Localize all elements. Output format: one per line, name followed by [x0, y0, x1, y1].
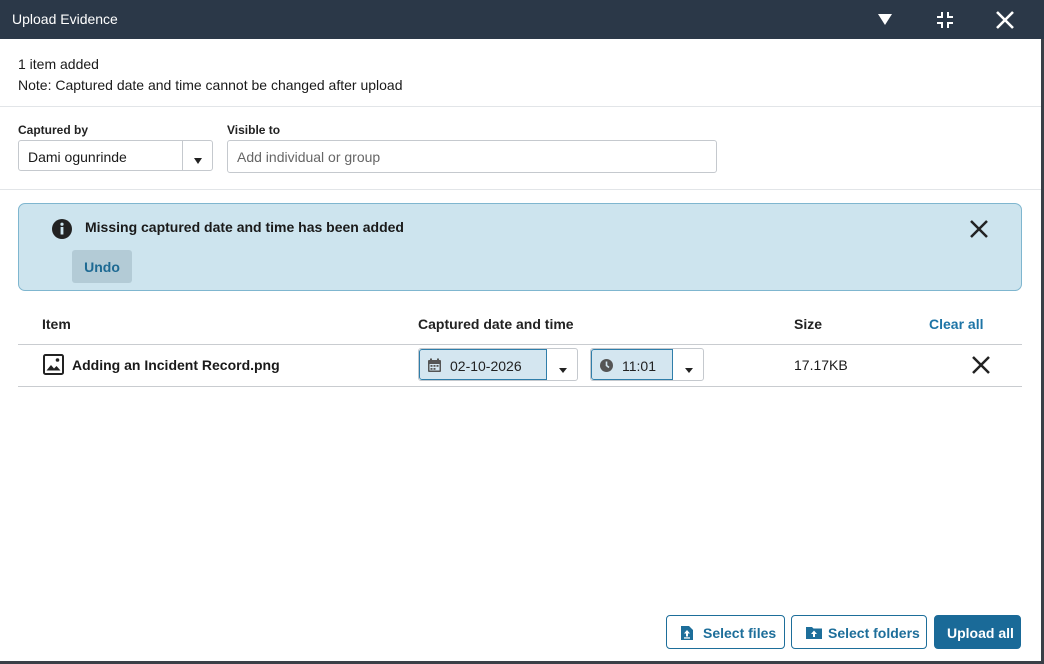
select-divider [182, 141, 183, 170]
upload-all-button[interactable]: Upload all [934, 615, 1021, 649]
dialog-titlebar: Upload Evidence [0, 0, 1044, 39]
select-files-button[interactable]: Select files [666, 615, 785, 649]
banner-message: Missing captured date and time has been … [85, 219, 404, 235]
upload-file-icon [681, 626, 693, 643]
undo-button[interactable]: Undo [72, 250, 132, 283]
table-row-divider [18, 386, 1022, 387]
select-folders-label: Select folders [828, 625, 920, 641]
upload-all-label: Upload all [947, 625, 1014, 641]
date-value: 02-10-2026 [450, 358, 522, 374]
table-header-divider [18, 344, 1022, 345]
clear-all-link[interactable]: Clear all [929, 316, 983, 332]
calendar-icon [427, 358, 442, 378]
date-input[interactable]: 02-10-2026 [419, 349, 547, 380]
file-name: Adding an Incident Record.png [72, 357, 280, 373]
visible-to-input[interactable] [227, 140, 717, 173]
upload-folder-icon [806, 626, 822, 642]
captured-time-picker[interactable]: 11:01 [590, 348, 704, 381]
caret-down-icon[interactable] [684, 361, 694, 379]
info-icon [51, 218, 73, 245]
caret-down-icon[interactable] [193, 152, 203, 170]
captured-date-picker[interactable]: 02-10-2026 [418, 348, 578, 381]
file-size: 17.17KB [794, 357, 848, 373]
minimize-icon[interactable] [933, 8, 957, 32]
banner-close-icon[interactable] [969, 219, 989, 244]
captured-by-label: Captured by [18, 123, 89, 137]
caret-down-icon[interactable] [558, 361, 568, 379]
notification-banner: Missing captured date and time has been … [18, 203, 1022, 291]
remove-item-icon[interactable] [971, 355, 991, 380]
time-value: 11:01 [622, 358, 656, 374]
select-folders-button[interactable]: Select folders [791, 615, 927, 649]
captured-by-select[interactable]: Dami ogunrinde [18, 140, 213, 171]
captured-by-value: Dami ogunrinde [28, 149, 127, 165]
image-icon [43, 354, 64, 380]
time-input[interactable]: 11:01 [591, 349, 673, 380]
column-header-captured: Captured date and time [418, 316, 574, 332]
column-header-item: Item [42, 316, 71, 332]
divider [0, 189, 1041, 190]
close-icon[interactable] [993, 8, 1017, 32]
divider [0, 106, 1041, 107]
items-added-count: 1 item added [18, 56, 99, 72]
clock-icon [599, 358, 614, 378]
visible-to-label: Visible to [227, 123, 281, 137]
collapse-chevron-icon[interactable] [873, 8, 897, 32]
column-header-size: Size [794, 316, 823, 332]
dialog-title: Upload Evidence [12, 11, 118, 27]
upload-note: Note: Captured date and time cannot be c… [18, 77, 403, 93]
select-files-label: Select files [703, 625, 777, 641]
upload-info: 1 item added Note: Captured date and tim… [18, 54, 403, 96]
